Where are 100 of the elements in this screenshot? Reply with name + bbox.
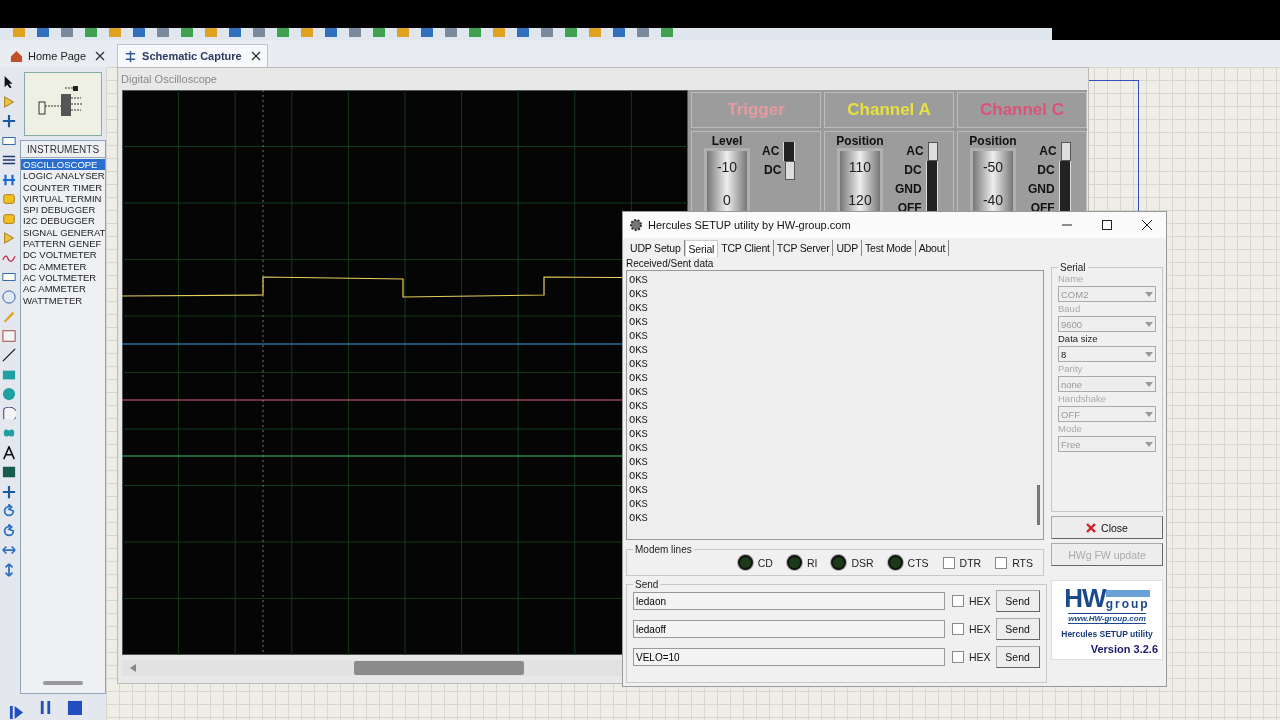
led-label: CD [757,556,773,569]
tab[interactable]: Serial [684,239,719,257]
scrollbar-thumb[interactable] [354,661,524,675]
received-line: OKS [629,357,649,371]
mirror-vertical-icon[interactable] [2,562,16,577]
stop-icon[interactable] [67,700,82,715]
checkbox[interactable] [952,623,964,635]
instrument-item[interactable]: AC VOLTMETER [21,271,105,284]
product-name: Hercules SETUP utility [1061,629,1153,639]
led-label: DSR [851,556,874,569]
received-line: OKS [629,455,649,469]
switch-thumb[interactable] [1060,142,1071,161]
instrument-item[interactable]: AC AMMETER [21,283,105,295]
received-line: OKS [629,301,649,315]
checkbox[interactable] [942,556,955,569]
instrument-item[interactable]: COUNTER TIMER [21,181,105,193]
checkbox-label: HEX [969,651,991,663]
scroll-left-icon[interactable] [130,664,136,672]
cursor-line[interactable] [262,90,264,655]
tab[interactable]: UDP Setup [627,240,685,256]
checkbox-label: DTR [959,556,982,569]
field-label: Baud [1058,303,1082,316]
meter-icon[interactable] [2,328,16,343]
received-line: OKS [629,273,649,287]
instrument-item[interactable]: VIRTUAL TERMIN [21,192,105,205]
maximize-icon[interactable] [1102,220,1112,230]
close-icon[interactable] [250,51,261,61]
tab[interactable]: UDP [833,240,862,256]
step-icon[interactable] [9,705,24,720]
coupling-label: DC [1037,162,1055,179]
tab[interactable]: About [915,240,950,256]
send-button[interactable]: Send [995,590,1040,612]
tab[interactable]: Test Mode [862,240,916,256]
scrollbar-thumb[interactable] [43,681,83,685]
close-button[interactable]: Close [1051,516,1163,539]
tab[interactable]: TCP Server [773,240,834,256]
switch-thumb[interactable] [785,161,796,180]
instrument-item[interactable]: SPI DEBUGGER [21,204,105,216]
document-tab[interactable]: Home Page [4,45,112,67]
send-input-field[interactable]: VELO=10 [633,648,945,666]
version-text: Version 3.2.6 [1090,643,1158,655]
instrument-item[interactable]: OSCILLOSCOPE [21,159,105,171]
bus-icon[interactable] [2,172,16,187]
close-icon[interactable] [1142,220,1152,230]
instrument-item[interactable]: DC AMMETER [21,260,105,272]
send-input-field[interactable]: ledaoff [633,620,945,638]
line-tool-icon[interactable] [2,348,16,362]
received-line: OKS [629,329,649,343]
instrument-item[interactable]: I2C DEBUGGER [21,215,105,227]
overview-preview[interactable] [24,72,102,136]
received-line: OKS [629,371,649,385]
terminal-icon[interactable] [2,211,16,226]
coupling-label: GND [895,181,922,198]
send-button[interactable]: Send [995,618,1040,640]
arc-tool-icon[interactable] [2,406,16,421]
caret-icon [1145,321,1153,327]
circle-tool-icon[interactable] [2,387,16,401]
rotate-cw-icon[interactable] [2,504,16,518]
close-icon[interactable] [95,51,106,61]
instrument-item[interactable]: WATTMETER [21,294,105,306]
field-label: Mode [1058,423,1083,436]
house-icon [10,49,23,63]
pause-icon[interactable] [38,700,53,715]
document-tab[interactable]: Schematic Capture [117,44,268,67]
status-led [786,555,802,570]
subcircuit-icon[interactable] [2,192,16,206]
checkbox[interactable] [995,556,1008,569]
logo-bar [1105,590,1150,597]
tape-icon[interactable] [2,270,16,284]
instrument-item[interactable]: SIGNAL GENERAT [21,226,105,239]
tab[interactable]: TCP Client [718,240,774,256]
section-label: Received/Sent data [626,258,715,270]
generator-icon[interactable] [2,289,16,304]
send-button[interactable]: Send [995,646,1040,668]
rotate-ccw-icon[interactable] [2,523,16,538]
send-input-field[interactable]: ledaon [633,592,945,610]
checkbox[interactable] [952,651,964,663]
received-line: OKS [629,343,649,357]
dropdown[interactable]: 8 [1058,346,1156,362]
symbol-icon[interactable] [2,465,16,479]
received-data-field[interactable]: OKS OKS OKS OKS OKS OKS OKS OKS OKS OKS OKS OKS OKS OKS OKS OKS OKS OKS [626,270,1044,540]
junction-icon[interactable] [2,114,16,128]
script-icon[interactable] [2,153,16,167]
scrollbar-thumb[interactable] [1037,485,1040,525]
field-label: Parity [1058,363,1084,376]
marker-icon[interactable] [2,484,16,499]
instrument-item[interactable]: LOGIC ANALYSER [21,170,105,182]
received-line: OKS [629,469,649,483]
text-tool-icon[interactable] [2,445,16,460]
mirror-horizontal-icon[interactable] [2,543,16,557]
instrument-item[interactable]: DC VOLTMETER [21,249,105,261]
panel-title: Channel C [979,100,1065,120]
led-label: RI [806,556,818,569]
knob-label: Level [711,134,743,148]
instrument-item[interactable]: PATTERN GENEF [21,238,105,250]
switch-thumb[interactable] [927,142,938,161]
coupling-label: AC [1039,143,1057,160]
panel-title: Trigger [727,100,785,120]
caret-icon [1145,381,1153,387]
checkbox[interactable] [952,595,964,607]
